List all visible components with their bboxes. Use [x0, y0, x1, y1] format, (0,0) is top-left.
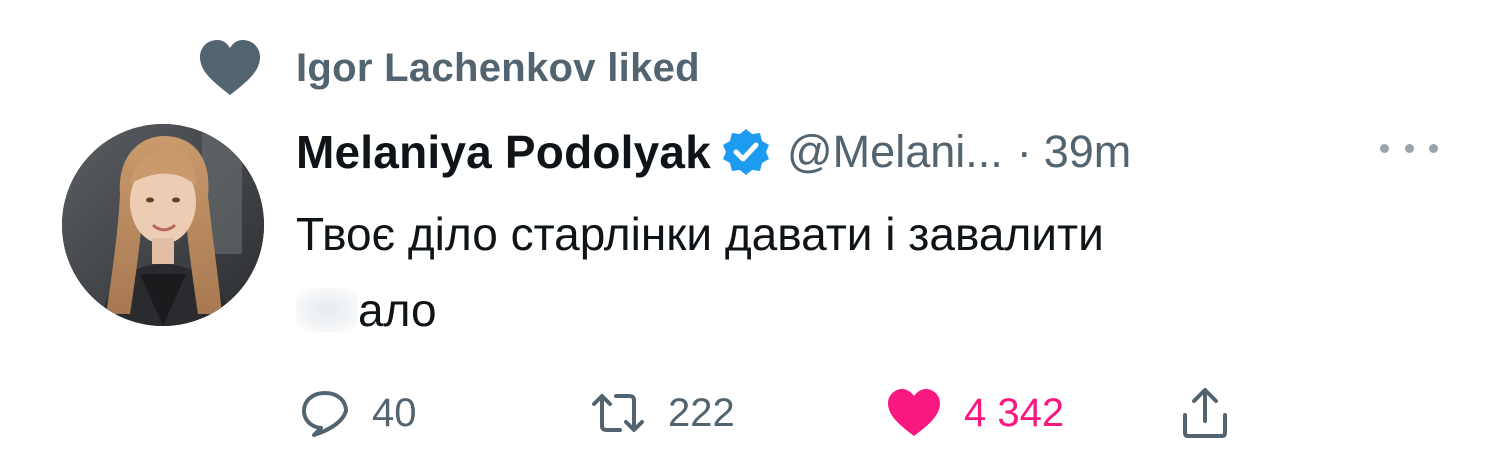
tweet-text-part-2: ало: [358, 284, 437, 336]
liked-by-text[interactable]: Igor Lachenkov liked: [296, 46, 700, 91]
more-dot: [1380, 143, 1389, 153]
reply-button[interactable]: 40: [300, 378, 417, 448]
user-handle[interactable]: @Melani...: [787, 126, 1003, 178]
like-count: 4 342: [964, 390, 1065, 435]
more-dot: [1404, 143, 1414, 153]
tweet-text: Твоє діло старлінки давати і завалити ал…: [296, 196, 1446, 348]
retweet-count: 222: [668, 390, 735, 435]
verified-badge-icon: [723, 129, 769, 175]
tweet-card[interactable]: Igor Lachenkov liked Melaniya Podolyak @…: [0, 0, 1500, 475]
share-button[interactable]: [1180, 378, 1230, 448]
action-bar: 40 222 4 342: [0, 378, 1500, 448]
avatar[interactable]: [62, 124, 264, 326]
redacted-blur: [296, 288, 358, 332]
tweet-header: Melaniya Podolyak @Melani... · 39m: [296, 122, 1131, 182]
avatar-photo: [62, 124, 264, 326]
heart-icon: [200, 40, 260, 95]
separator-dot: ·: [1016, 126, 1032, 177]
more-dot: [1429, 143, 1438, 153]
share-icon: [1183, 388, 1227, 438]
retweet-icon: [592, 394, 644, 432]
social-context: Igor Lachenkov liked: [198, 38, 700, 98]
display-name[interactable]: Melaniya Podolyak: [296, 125, 711, 179]
heart-filled-icon: [888, 389, 940, 436]
reply-icon: [302, 391, 348, 437]
tweet-timestamp[interactable]: 39m: [1044, 126, 1132, 178]
tweet-text-part-1: Твоє діло старлінки давати і завалити: [296, 208, 1104, 260]
reply-count: 40: [372, 390, 417, 435]
retweet-button[interactable]: 222: [590, 378, 735, 448]
more-options-icon[interactable]: [1380, 138, 1438, 158]
like-button[interactable]: 4 342: [886, 378, 1064, 448]
